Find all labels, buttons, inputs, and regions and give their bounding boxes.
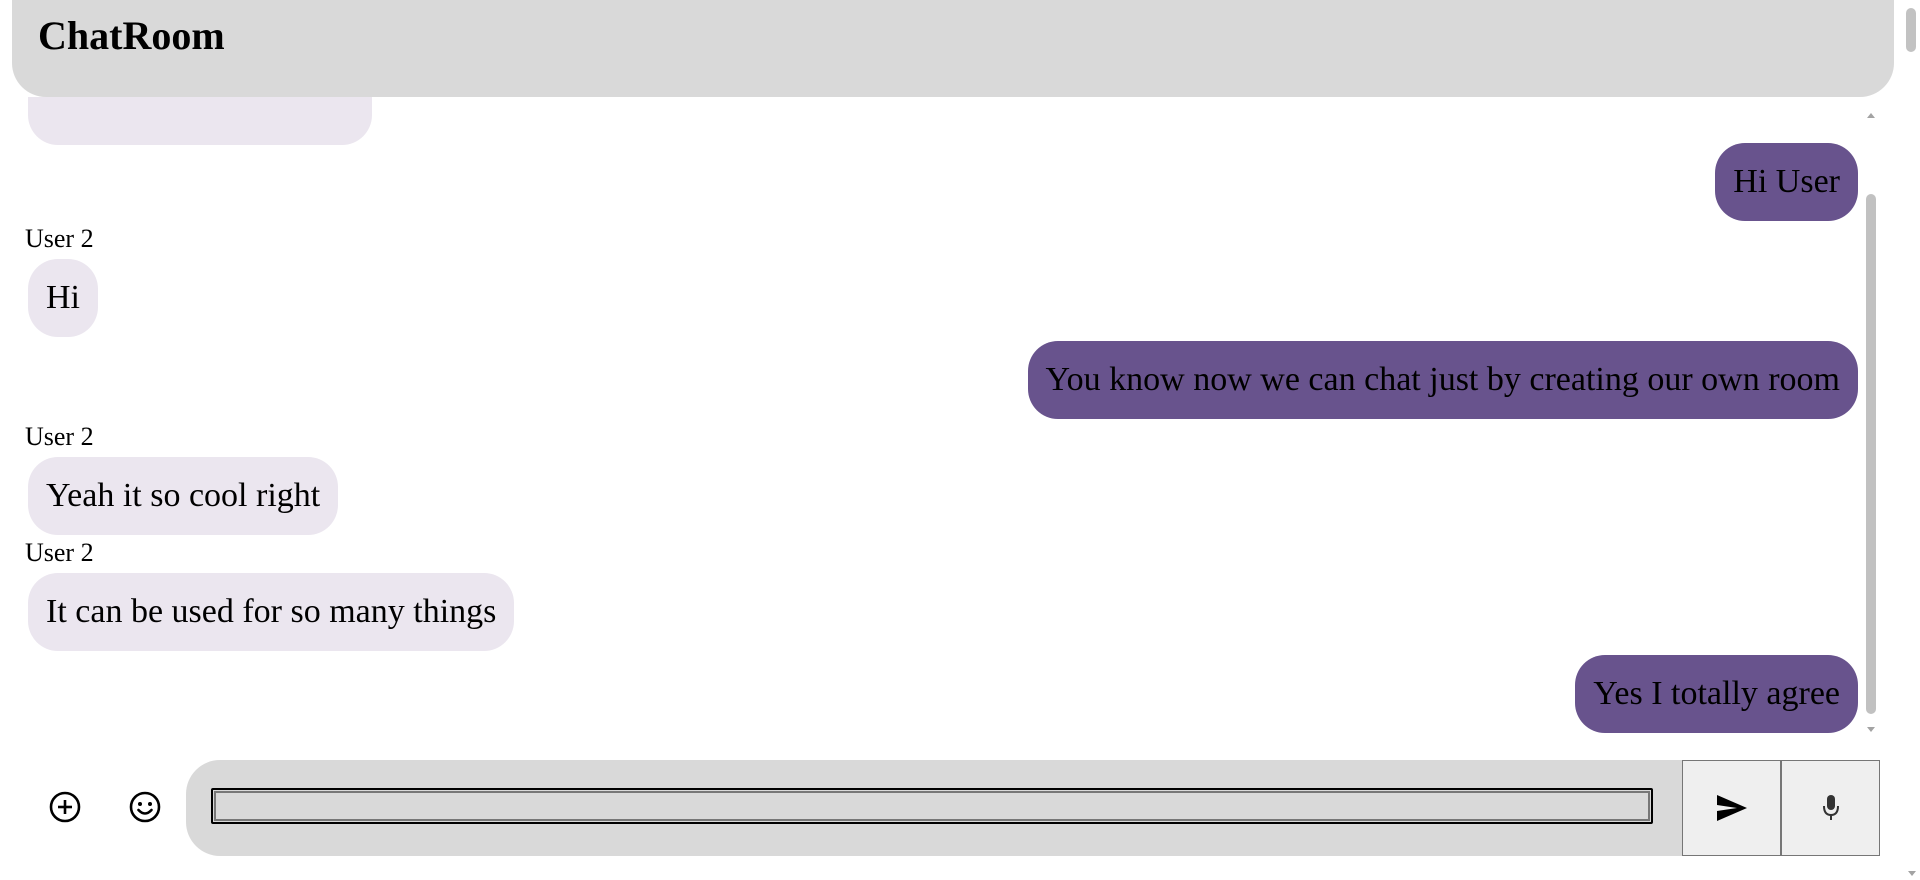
message-input-container	[186, 760, 1736, 856]
scroll-up-arrow-icon[interactable]	[1867, 113, 1875, 118]
page-scroll-down-arrow-icon[interactable]	[1908, 871, 1916, 876]
page-scrollbar[interactable]	[1903, 0, 1920, 880]
microphone-button[interactable]	[1781, 760, 1880, 856]
message-bubble-outgoing: Hi User	[1715, 143, 1858, 221]
send-icon	[1716, 795, 1747, 821]
message-text: You know now we can chat just by creatin…	[1045, 361, 1840, 398]
message-bubble-outgoing: Yes I totally agree	[1575, 655, 1858, 733]
message-text: It can be used for so many things	[46, 593, 497, 630]
message-bubble-outgoing: You know now we can chat just by creatin…	[1027, 341, 1858, 419]
message-input[interactable]	[211, 788, 1653, 824]
microphone-icon	[1822, 795, 1839, 820]
scrollbar-thumb[interactable]	[1866, 194, 1876, 714]
message-sender: User 2	[25, 538, 94, 567]
emoji-button[interactable]	[125, 787, 165, 827]
message-list[interactable]: Hi User User 2 Hi You know now we can ch…	[0, 97, 1880, 737]
plus-circle-icon	[49, 791, 81, 823]
message-text: Hi	[46, 279, 80, 316]
message-list-scrollbar[interactable]	[1864, 110, 1879, 735]
message-bubble-clipped	[28, 97, 372, 145]
message-text: Yes I totally agree	[1593, 675, 1840, 712]
message-composer	[0, 760, 1900, 860]
send-button[interactable]	[1682, 760, 1781, 856]
message-text: Hi User	[1733, 163, 1840, 200]
chat-header: ChatRoom	[12, 0, 1894, 97]
message-text: Yeah it so cool right	[46, 477, 321, 514]
message-bubble-incoming: It can be used for so many things	[28, 573, 515, 651]
page-scrollbar-thumb[interactable]	[1906, 8, 1916, 52]
message-bubble-incoming: Yeah it so cool right	[28, 457, 339, 535]
page-title: ChatRoom	[38, 13, 225, 58]
message-bubble-incoming: Hi	[28, 259, 98, 337]
scroll-down-arrow-icon[interactable]	[1867, 727, 1875, 732]
smiley-icon	[129, 791, 161, 823]
chatroom-page: ChatRoom Hi User User 2 Hi You know now …	[0, 0, 1920, 880]
attach-button[interactable]	[45, 787, 85, 827]
message-sender: User 2	[25, 224, 94, 253]
message-sender: User 2	[25, 422, 94, 451]
